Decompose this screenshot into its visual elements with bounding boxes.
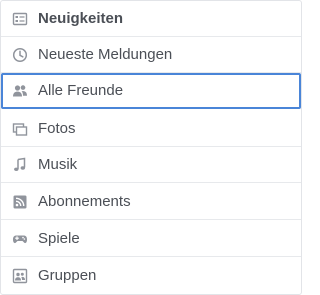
menu-item-label: Neuigkeiten bbox=[38, 10, 124, 27]
menu-item-label: Neueste Meldungen bbox=[38, 46, 173, 63]
menu-item-spiele[interactable]: Spiele bbox=[1, 221, 301, 257]
menu-item-label: Spiele bbox=[38, 230, 80, 247]
menu-item-label: Gruppen bbox=[38, 267, 97, 284]
rss-feed-icon bbox=[12, 194, 28, 210]
menu-item-label: Alle Freunde bbox=[38, 82, 124, 99]
groups-icon bbox=[12, 268, 28, 284]
menu-item-abonnements[interactable]: Abonnements bbox=[1, 184, 301, 220]
gamepad-icon bbox=[12, 231, 28, 247]
menu-item-alle-freunde[interactable]: Alle Freunde bbox=[1, 73, 301, 109]
clock-icon bbox=[12, 47, 28, 63]
photos-icon bbox=[12, 121, 28, 137]
menu-item-musik[interactable]: Musik bbox=[1, 147, 301, 183]
menu-item-gruppen[interactable]: Gruppen bbox=[1, 258, 301, 294]
music-note-icon bbox=[12, 157, 28, 173]
menu-item-fotos[interactable]: Fotos bbox=[1, 111, 301, 147]
menu-item-neueste-meldungen[interactable]: Neueste Meldungen bbox=[1, 37, 301, 73]
feed-filter-menu: Neuigkeiten Neueste Meldungen Alle Freun… bbox=[0, 0, 302, 295]
friends-icon bbox=[12, 83, 28, 99]
menu-item-label: Abonnements bbox=[38, 193, 131, 210]
menu-item-label: Fotos bbox=[38, 120, 76, 137]
menu-item-neuigkeiten[interactable]: Neuigkeiten bbox=[1, 1, 301, 37]
menu-item-label: Musik bbox=[38, 156, 78, 173]
newsfeed-icon bbox=[12, 11, 28, 27]
